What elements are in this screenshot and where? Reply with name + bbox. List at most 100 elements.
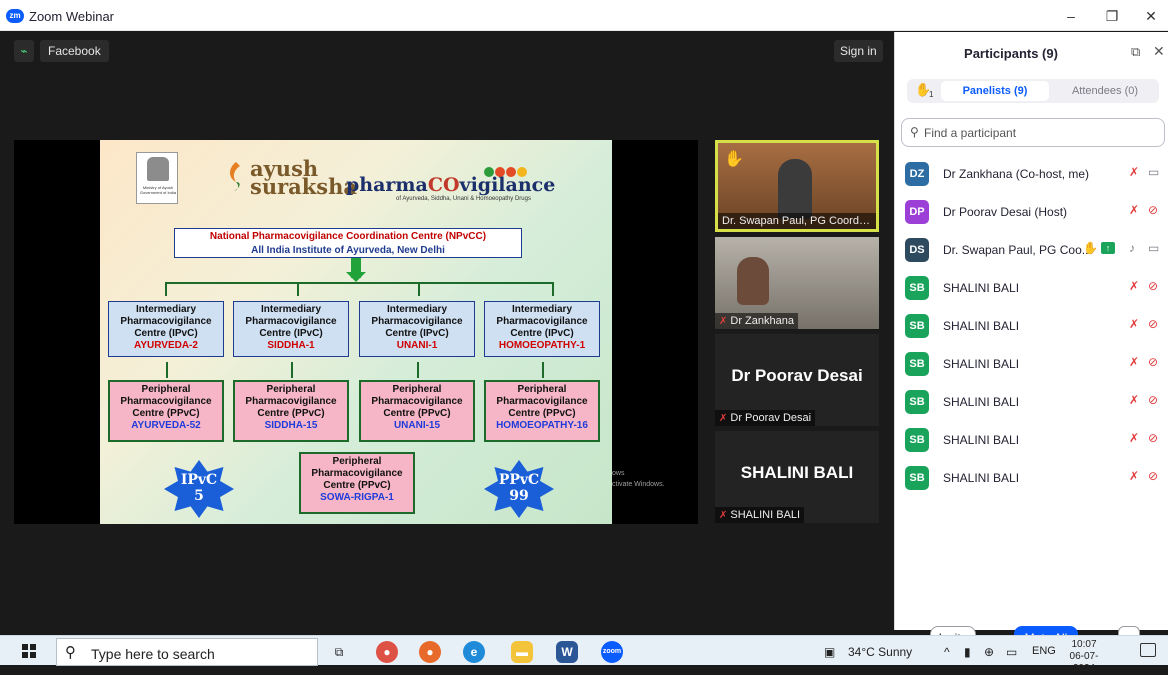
participant-tabs: ✋ 1 Panelists (9) Attendees (0) xyxy=(907,79,1159,103)
tab-panelists[interactable]: Panelists (9) xyxy=(941,81,1049,101)
ppvc-box: Peripheral Pharmacovigilance Centre (PPv… xyxy=(359,380,475,442)
video-tile-shalini-bali[interactable]: SHALINI BALI ✗ SHALINI BALI xyxy=(715,431,879,523)
avatar: SB xyxy=(905,390,929,414)
notification-icon[interactable] xyxy=(1140,643,1156,657)
raised-hand-icon: ✋ xyxy=(724,151,744,168)
popout-icon[interactable]: ⧉ xyxy=(1131,44,1140,60)
rss-icon[interactable]: ⌁ xyxy=(14,40,34,62)
minimize-button[interactable]: – xyxy=(1056,5,1086,27)
sign-in-button[interactable]: Sign in xyxy=(834,40,883,62)
ipvc-box: Intermediary Pharmacovigilance Centre (I… xyxy=(359,301,475,357)
video-off-icon[interactable]: ⊘ xyxy=(1148,317,1158,331)
activate-windows-watermark: ows ctivate Windows. xyxy=(612,470,665,488)
participant-row[interactable]: SB SHALINI BALI ✗ ⊘ xyxy=(895,306,1168,344)
video-tile-name: Dr. Swapan Paul, PG Coordin... xyxy=(718,213,876,229)
avatar: SB xyxy=(905,352,929,376)
video-off-icon[interactable]: ⊘ xyxy=(1148,393,1158,407)
mic-muted-icon[interactable]: ✗ xyxy=(1129,431,1139,445)
search-input[interactable] xyxy=(924,123,1154,143)
participant-name: SHALINI BALI xyxy=(943,319,1020,333)
video-tile-name: ✗ SHALINI BALI xyxy=(715,507,805,523)
search-icon: ⚲ xyxy=(910,125,919,139)
participant-row[interactable]: DP Dr Poorav Desai (Host) ✗ ⊘ xyxy=(895,192,1168,230)
mic-muted-icon[interactable]: ✗ xyxy=(1129,203,1139,217)
title-bar: zm Zoom Webinar – ❐ ✕ xyxy=(0,0,1168,31)
video-off-icon[interactable]: ⊘ xyxy=(1148,431,1158,445)
window-title: Zoom Webinar xyxy=(29,9,115,24)
chrome-icon[interactable]: ● xyxy=(376,641,398,663)
video-tile-swapan-paul[interactable]: ✋ Dr. Swapan Paul, PG Coordin... xyxy=(715,140,879,232)
zoom-taskbar-icon[interactable]: zoom xyxy=(601,641,623,663)
mic-icon[interactable]: ♪ xyxy=(1129,241,1135,255)
battery-icon[interactable]: ▭ xyxy=(1006,645,1017,659)
participant-row[interactable]: DZ Dr Zankhana (Co-host, me) ✗ ▭ xyxy=(895,154,1168,192)
down-arrow-icon xyxy=(346,258,366,282)
video-on-icon[interactable]: ▭ xyxy=(1148,165,1159,179)
weather-icon[interactable]: ▣ xyxy=(824,645,835,659)
mic-muted-icon[interactable]: ✗ xyxy=(1129,279,1139,293)
video-off-icon[interactable]: ⊘ xyxy=(1148,279,1158,293)
participant-row[interactable]: DS Dr. Swapan Paul, PG Coo... ✋ ↑ ♪ ▭ xyxy=(895,230,1168,268)
close-icon[interactable]: ✕ xyxy=(1153,43,1165,60)
mic-muted-icon[interactable]: ✗ xyxy=(1129,165,1139,179)
video-tile-poorav-desai[interactable]: Dr Poorav Desai ✗ Dr Poorav Desai xyxy=(715,334,879,426)
avatar: SB xyxy=(905,466,929,490)
participant-row[interactable]: SB SHALINI BALI ✗ ⊘ xyxy=(895,382,1168,420)
avatar: SB xyxy=(905,428,929,452)
windows-taskbar: ⚲ Type here to search ⧉ ● ● e ▬ W zoom ▣… xyxy=(0,635,1168,674)
chevron-up-icon[interactable]: ^ xyxy=(944,645,950,659)
video-tile-name: ✗ Dr Poorav Desai xyxy=(715,410,816,426)
close-button[interactable]: ✕ xyxy=(1136,5,1166,27)
network-icon[interactable]: ⊕ xyxy=(984,645,994,659)
panel-title: Participants (9) xyxy=(964,46,1058,61)
mic-muted-icon[interactable]: ✗ xyxy=(1129,317,1139,331)
firefox-icon[interactable]: ● xyxy=(419,641,441,663)
weather-text[interactable]: 34°C Sunny xyxy=(848,645,912,659)
raised-hand-count: 1 xyxy=(929,90,934,99)
participant-row[interactable]: SB SHALINI BALI ✗ ⊘ xyxy=(895,420,1168,458)
video-off-icon[interactable]: ⊘ xyxy=(1148,355,1158,369)
mic-muted-icon: ✗ xyxy=(719,510,728,521)
participant-row[interactable]: SB SHALINI BALI ✗ ⊘ xyxy=(895,458,1168,496)
avatar: SB xyxy=(905,276,929,300)
taskbar-search[interactable]: ⚲ Type here to search xyxy=(56,638,318,666)
video-on-icon[interactable]: ▭ xyxy=(1148,241,1159,255)
mic-muted-icon[interactable]: ✗ xyxy=(1129,355,1139,369)
tab-attendees[interactable]: Attendees (0) xyxy=(1055,81,1155,101)
video-tile-zankhana[interactable]: ✗ Dr Zankhana xyxy=(715,237,879,329)
shared-slide: Ministry of Ayush Government of India ay… xyxy=(100,140,612,524)
taskbar-search-placeholder: Type here to search xyxy=(91,646,215,662)
participant-name: Dr Zankhana (Co-host, me) xyxy=(943,167,1090,181)
participant-search[interactable]: ⚲ xyxy=(901,118,1165,147)
edge-icon[interactable]: e xyxy=(463,641,485,663)
live-facebook-button[interactable]: Facebook xyxy=(40,40,109,62)
mic-muted-icon[interactable]: ✗ xyxy=(1129,393,1139,407)
mic-muted-icon[interactable]: ✗ xyxy=(1129,469,1139,483)
ipvc-box: Intermediary Pharmacovigilance Centre (I… xyxy=(484,301,600,357)
emblem-caption: Ministry of Ayush Government of India xyxy=(139,185,177,195)
video-off-icon[interactable]: ⊘ xyxy=(1148,469,1158,483)
participant-row[interactable]: SB SHALINI BALI ✗ ⊘ xyxy=(895,344,1168,382)
word-icon[interactable]: W xyxy=(556,641,578,663)
mic-tray-icon[interactable]: ▮ xyxy=(964,645,971,659)
participant-list: DZ Dr Zankhana (Co-host, me) ✗ ▭ DP Dr P… xyxy=(895,154,1168,496)
task-view-icon[interactable]: ⧉ xyxy=(328,641,350,663)
ppvc-box-sowa-rigpa: Peripheral Pharmacovigilance Centre (PPv… xyxy=(299,452,415,514)
participant-name: SHALINI BALI xyxy=(943,395,1020,409)
ayush-leaf-icon xyxy=(230,162,240,191)
avatar: DS xyxy=(905,238,929,262)
windows-start-icon[interactable] xyxy=(22,644,36,658)
language-indicator[interactable]: ENG xyxy=(1032,645,1056,657)
video-off-icon[interactable]: ⊘ xyxy=(1148,203,1158,217)
restore-button[interactable]: ❐ xyxy=(1097,5,1127,27)
ipvc-box: Intermediary Pharmacovigilance Centre (I… xyxy=(108,301,224,357)
participant-row[interactable]: SB SHALINI BALI ✗ ⊘ xyxy=(895,268,1168,306)
file-explorer-icon[interactable]: ▬ xyxy=(511,641,533,663)
avatar: DZ xyxy=(905,162,929,186)
participant-name: SHALINI BALI xyxy=(943,281,1020,295)
participant-name: SHALINI BALI xyxy=(943,433,1020,447)
mic-muted-icon: ✗ xyxy=(719,413,728,424)
ipvc-box: Intermediary Pharmacovigilance Centre (I… xyxy=(233,301,349,357)
npvcc-box: National Pharmacovigilance Coordination … xyxy=(174,228,522,258)
clock[interactable]: 10:07 06-07-2024 xyxy=(1062,639,1106,675)
